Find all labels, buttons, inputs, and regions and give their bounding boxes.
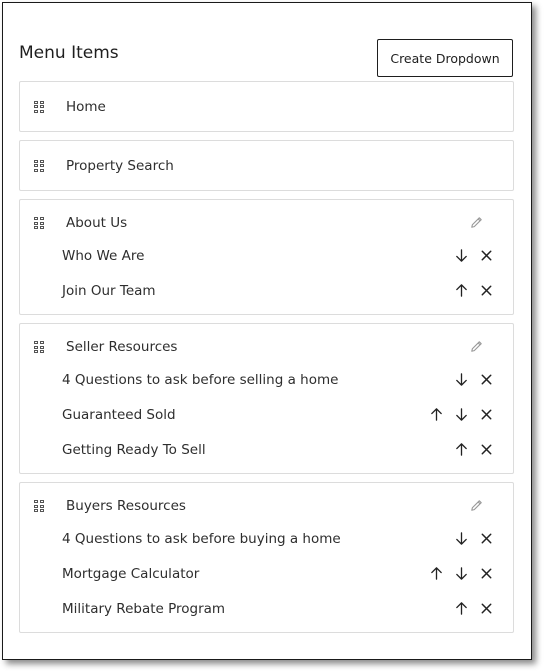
submenu-item-row: Who We Are [20, 238, 513, 273]
submenu-item-actions [453, 530, 495, 547]
submenu-item-row: Join Our Team [20, 273, 513, 308]
arrow-up-icon[interactable] [453, 441, 470, 458]
menu-item-row: About Us [20, 208, 513, 238]
close-icon[interactable] [478, 565, 495, 582]
menu-item-card: Home [19, 81, 514, 132]
close-icon[interactable] [478, 441, 495, 458]
create-dropdown-button[interactable]: Create Dropdown [377, 39, 513, 77]
submenu-item-row: 4 Questions to ask before selling a home [20, 362, 513, 397]
submenu-item-label[interactable]: Who We Are [62, 248, 144, 264]
close-icon[interactable] [478, 371, 495, 388]
close-icon[interactable] [478, 282, 495, 299]
submenu-item-actions [453, 441, 495, 458]
menu-item-label[interactable]: Home [66, 99, 106, 115]
submenu-item-row: Getting Ready To Sell [20, 432, 513, 467]
arrow-up-icon[interactable] [453, 282, 470, 299]
close-icon[interactable] [478, 530, 495, 547]
submenu-item-label[interactable]: Mortgage Calculator [62, 566, 199, 582]
menu-list: Home Property Search About Us Who We Are Joi… [19, 81, 514, 641]
submenu-item-actions [453, 247, 495, 264]
arrow-up-icon[interactable] [428, 565, 445, 582]
arrow-up-icon[interactable] [453, 600, 470, 617]
menu-items-panel: Menu Items Create Dropdown Home Property … [2, 2, 532, 660]
submenu-item-label[interactable]: Military Rebate Program [62, 601, 225, 617]
drag-handle-icon[interactable] [34, 159, 44, 172]
submenu-item-label[interactable]: 4 Questions to ask before buying a home [62, 531, 341, 547]
arrow-down-icon[interactable] [453, 530, 470, 547]
arrow-down-icon[interactable] [453, 247, 470, 264]
menu-item-card: About Us Who We Are Join Our Team [19, 199, 514, 315]
pencil-icon[interactable] [469, 498, 485, 514]
drag-handle-icon[interactable] [34, 100, 44, 113]
submenu-item-row: Military Rebate Program [20, 591, 513, 626]
panel-header: Menu Items Create Dropdown [19, 39, 513, 79]
menu-item-label[interactable]: Buyers Resources [66, 498, 186, 514]
submenu-item-row: Guaranteed Sold [20, 397, 513, 432]
submenu-item-row: 4 Questions to ask before buying a home [20, 521, 513, 556]
submenu-item-label[interactable]: Join Our Team [62, 283, 156, 299]
menu-item-row: Property Search [20, 141, 513, 190]
menu-item-row: Seller Resources [20, 332, 513, 362]
arrow-up-icon[interactable] [428, 406, 445, 423]
menu-item-card: Seller Resources 4 Questions to ask befor… [19, 323, 514, 474]
close-icon[interactable] [478, 406, 495, 423]
menu-item-label[interactable]: Seller Resources [66, 339, 177, 355]
pencil-icon[interactable] [469, 215, 485, 231]
drag-handle-icon[interactable] [34, 217, 44, 229]
submenu-item-label[interactable]: Getting Ready To Sell [62, 442, 206, 458]
drag-handle-icon[interactable] [34, 341, 44, 353]
submenu-item-label[interactable]: Guaranteed Sold [62, 407, 176, 423]
pencil-icon[interactable] [469, 339, 485, 355]
submenu-item-label[interactable]: 4 Questions to ask before selling a home [62, 372, 338, 388]
menu-item-label[interactable]: About Us [66, 215, 127, 231]
drag-handle-icon[interactable] [34, 500, 44, 512]
arrow-down-icon[interactable] [453, 371, 470, 388]
menu-item-card: Property Search [19, 140, 514, 191]
menu-item-label[interactable]: Property Search [66, 158, 174, 174]
arrow-down-icon[interactable] [453, 565, 470, 582]
page-title: Menu Items [19, 43, 119, 63]
arrow-down-icon[interactable] [453, 406, 470, 423]
submenu-item-actions [453, 282, 495, 299]
submenu-item-row: Mortgage Calculator [20, 556, 513, 591]
close-icon[interactable] [478, 247, 495, 264]
close-icon[interactable] [478, 600, 495, 617]
menu-item-card: Buyers Resources 4 Questions to ask befor… [19, 482, 514, 633]
menu-item-row: Home [20, 82, 513, 131]
submenu-item-actions [453, 371, 495, 388]
submenu-item-actions [428, 565, 495, 582]
submenu-item-actions [428, 406, 495, 423]
menu-item-row: Buyers Resources [20, 491, 513, 521]
submenu-item-actions [453, 600, 495, 617]
